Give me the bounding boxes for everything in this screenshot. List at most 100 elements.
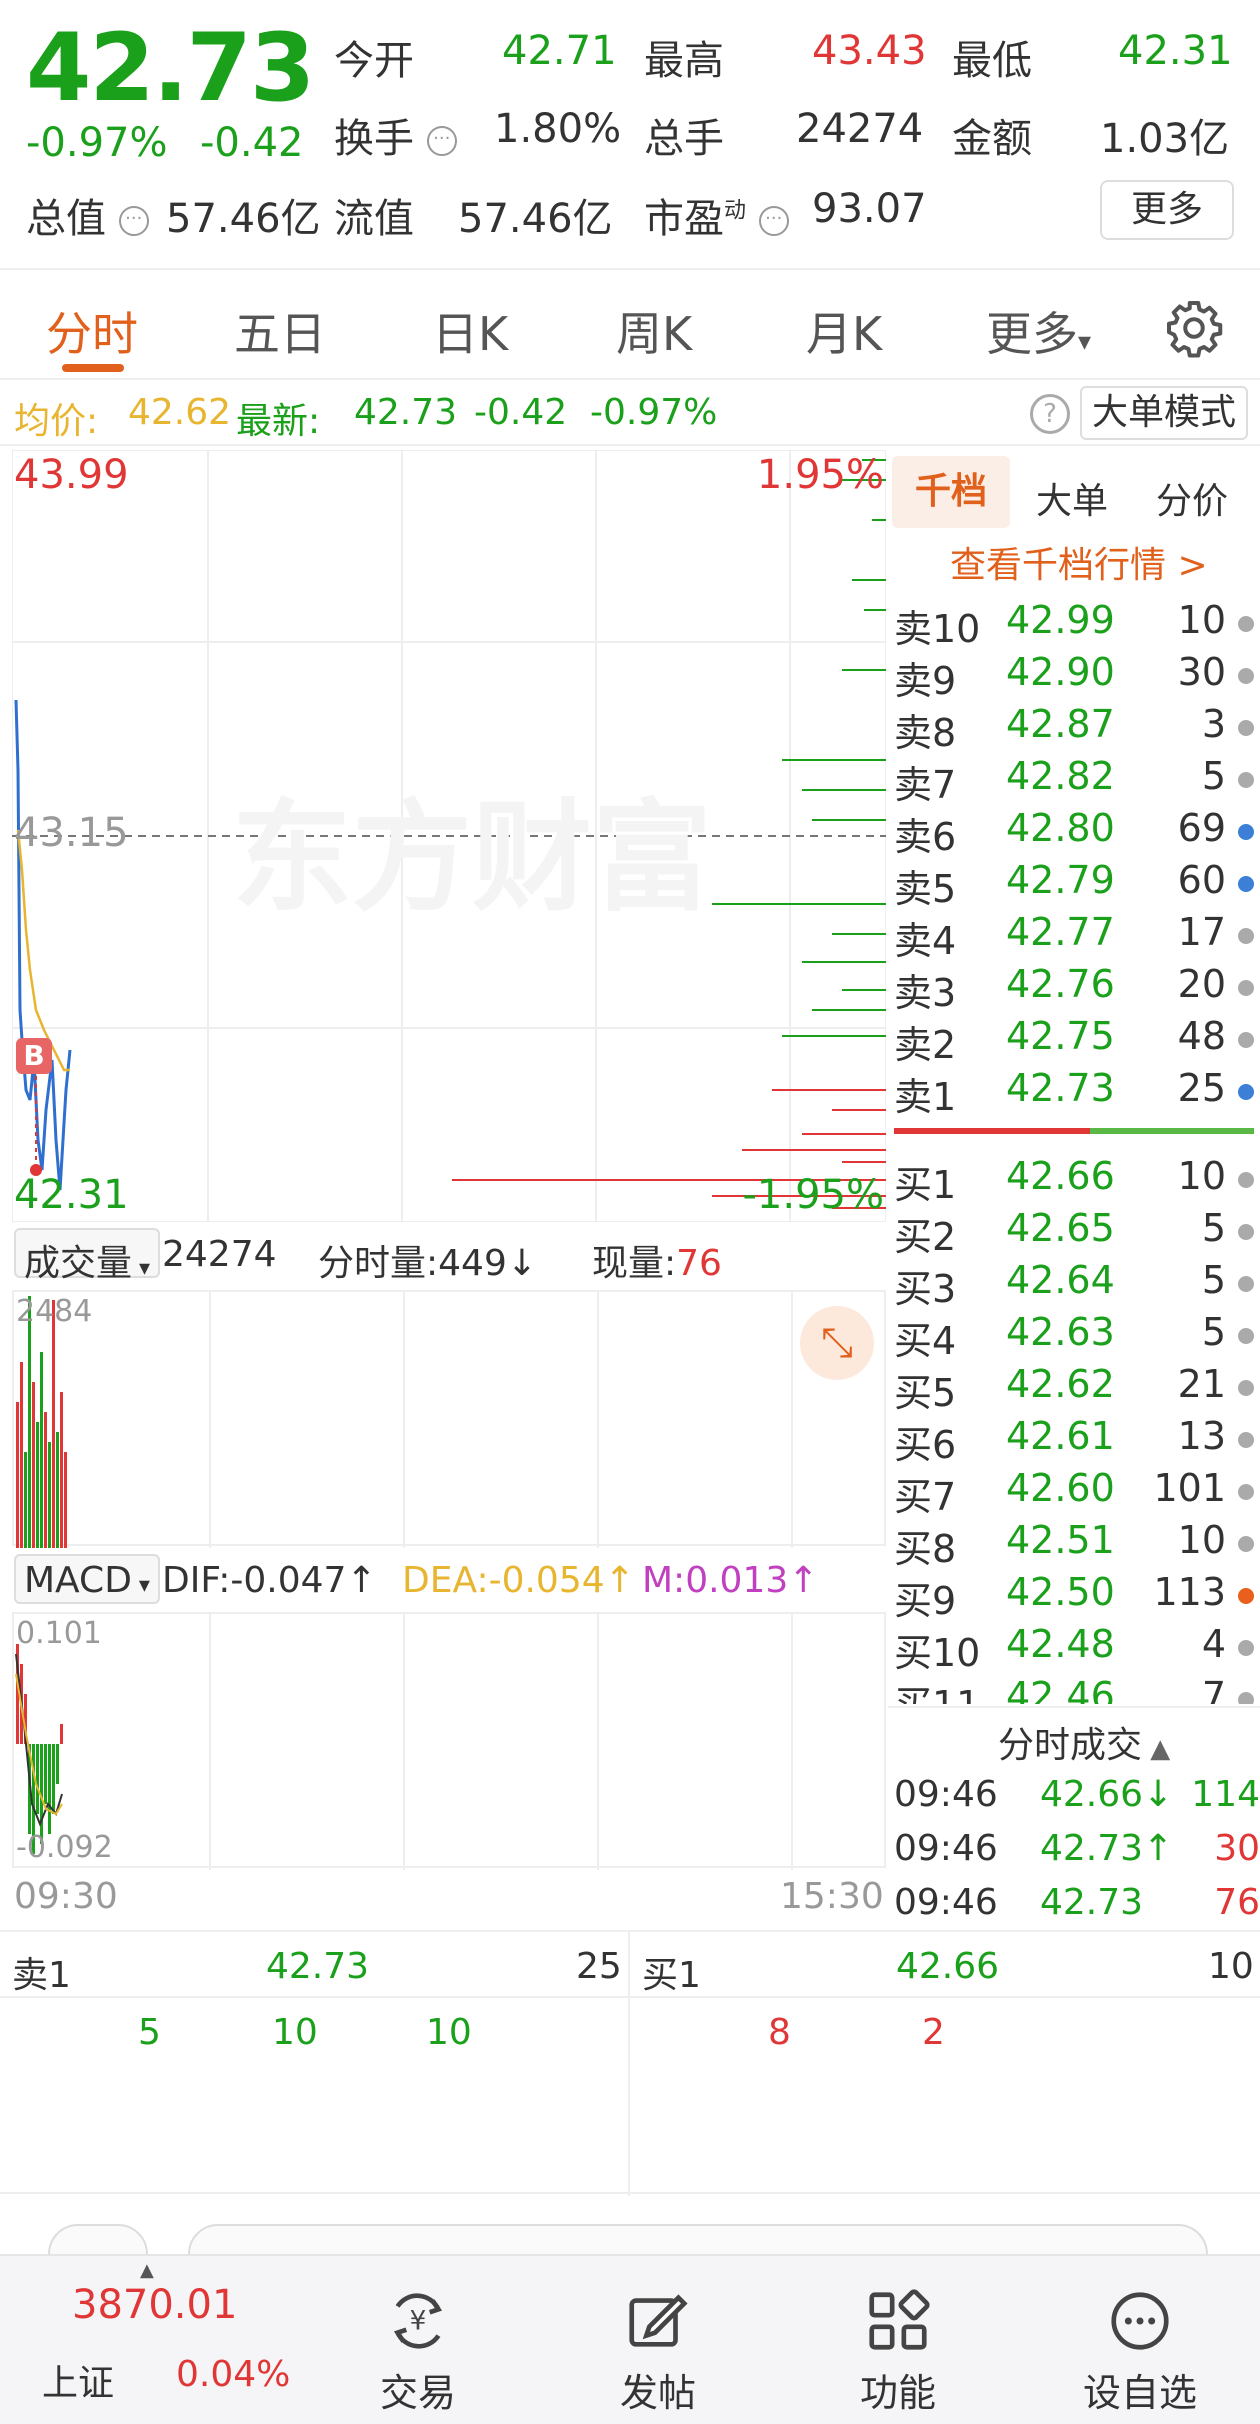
trade-icon: ¥: [393, 2293, 443, 2349]
help-icon[interactable]: ?: [1030, 394, 1070, 434]
book-tab-big-order[interactable]: 大单: [1036, 472, 1108, 524]
divider: [628, 1932, 630, 2196]
sell-row[interactable]: 卖2 42.75 48: [894, 1014, 1260, 1067]
macd-selector[interactable]: MACD ▾: [14, 1554, 160, 1604]
book-tab-depth[interactable]: 千档: [892, 456, 1010, 528]
tab-intraday[interactable]: 分时: [46, 298, 138, 364]
tab-weekly-k[interactable]: 周K: [616, 298, 692, 364]
trades-title[interactable]: 分时成交 ▲: [998, 1716, 1170, 1768]
caret-up-icon: ▲: [1142, 1734, 1171, 1764]
buy-row[interactable]: 买7 42.60 101: [894, 1466, 1260, 1519]
buy-row[interactable]: 买8 42.51 10: [894, 1518, 1260, 1571]
stat-label-low: 最低: [952, 38, 1032, 84]
book-tab-price-dist[interactable]: 分价: [1156, 472, 1228, 524]
buy-marker[interactable]: B: [16, 1038, 52, 1074]
nav-post[interactable]: 发帖: [578, 2286, 738, 2417]
queue-buy-vol: 10: [1208, 1946, 1254, 1987]
current-price: 42.73: [26, 14, 315, 123]
tab-five-day[interactable]: 五日: [234, 298, 326, 364]
chart-bottom-price: 42.31: [14, 1172, 129, 1218]
change-percent: -0.97%: [26, 120, 168, 166]
sell-row[interactable]: 卖4 42.77 17: [894, 910, 1260, 963]
avg-label: 均价:: [14, 401, 99, 442]
tab-more[interactable]: 更多▾: [986, 298, 1091, 364]
time-start: 09:30: [14, 1876, 118, 1917]
sell-row[interactable]: 卖7 42.82 5: [894, 754, 1260, 807]
volume-selector[interactable]: 成交量 ▾: [14, 1228, 161, 1284]
queue-buy-label: 买1: [642, 1955, 701, 1996]
buy-queue-item: 8: [768, 2012, 791, 2053]
stat-label-volume: 总手: [644, 116, 724, 162]
sell-row[interactable]: 卖9 42.90 30: [894, 650, 1260, 703]
buy-row[interactable]: 买4 42.63 5: [894, 1310, 1260, 1363]
macd-chart[interactable]: 0.101 -0.092: [12, 1612, 886, 1870]
buy-row[interactable]: 买2 42.65 5: [894, 1206, 1260, 1259]
stat-value-pe: 93.07: [812, 186, 927, 232]
sell-row[interactable]: 卖1 42.73 25: [894, 1066, 1260, 1119]
sell-row[interactable]: 卖10 42.99 10: [894, 598, 1260, 651]
settings-gear-icon[interactable]: [1164, 298, 1224, 358]
macd-header: MACD ▾ DIF:-0.047↑ DEA:-0.054↑ M:0.013↑: [12, 1550, 886, 1608]
trade-row: 09:46 42.73 76: [894, 1882, 1260, 1923]
sell-row[interactable]: 卖6 42.80 69: [894, 806, 1260, 859]
more-button[interactable]: 更多: [1100, 180, 1234, 240]
sell-row[interactable]: 卖5 42.79 60: [894, 858, 1260, 911]
caret-down-icon: ▾: [1078, 327, 1092, 357]
buy-row[interactable]: 买1 42.66 10: [894, 1154, 1260, 1207]
trade-row: 09:46 42.73↑ 30: [894, 1828, 1260, 1869]
big-order-mode-button[interactable]: 大单模式: [1080, 386, 1248, 440]
stat-value-low: 42.31: [1118, 28, 1233, 74]
stat-label-high: 最高: [644, 38, 724, 84]
intraday-chart[interactable]: 东方财富 43.99 1.95% 43.15 42.31 -1.95% B: [12, 450, 886, 1222]
macd-bottom: -0.092: [16, 1830, 113, 1865]
avg-price-line: [16, 829, 70, 1072]
sell-row[interactable]: 卖3 42.76 20: [894, 962, 1260, 1015]
macd-dea: DEA:-0.054↑: [402, 1560, 635, 1601]
chart-bottom-pct: -1.95%: [742, 1172, 884, 1218]
tick-volume: 分时量:449↓: [318, 1243, 538, 1284]
buy-row[interactable]: 买6 42.61 13: [894, 1414, 1260, 1467]
buy-row[interactable]: 买3 42.64 5: [894, 1258, 1260, 1311]
queue-sell-price: 42.73: [266, 1946, 370, 1987]
latest-pct: -0.97%: [590, 392, 718, 433]
stat-label-total-value: 总值 ···: [26, 186, 149, 244]
info-dots-icon[interactable]: ···: [758, 206, 789, 236]
view-depth-link[interactable]: 查看千档行情 >: [950, 536, 1208, 588]
index-name: 上证: [42, 2363, 115, 2404]
sell-row[interactable]: 卖8 42.87 3: [894, 702, 1260, 755]
caret-down-icon: ▾: [132, 1256, 151, 1281]
buy-queue-item: 2: [922, 2012, 945, 2053]
latest-value: 42.73: [354, 392, 458, 433]
tab-daily-k[interactable]: 日K: [432, 298, 508, 364]
info-dots-icon[interactable]: ···: [118, 206, 149, 236]
active-tab-indicator: [62, 364, 124, 372]
macd-top: 0.101: [16, 1616, 102, 1651]
time-end: 15:30: [780, 1876, 884, 1917]
index-value[interactable]: 3870.01: [72, 2282, 237, 2328]
volume-total: 24274: [162, 1234, 277, 1275]
buy-row[interactable]: 买10 42.48 4: [894, 1622, 1260, 1675]
buy-row[interactable]: 买1142.467: [894, 1674, 1260, 1704]
expand-icon[interactable]: ⤡: [800, 1306, 874, 1380]
stat-value-float-value: 57.46亿: [458, 196, 613, 242]
divider: [888, 1706, 1260, 1708]
avg-value: 42.62: [128, 392, 232, 433]
divider: [0, 1996, 1260, 1998]
grid-icon: [869, 2289, 930, 2350]
volume-chart[interactable]: 2484 ⤡: [12, 1290, 886, 1548]
buy-row[interactable]: 买5 42.62 21: [894, 1362, 1260, 1415]
buy-row[interactable]: 买9 42.50 113: [894, 1570, 1260, 1623]
stat-value-open: 42.71: [502, 28, 617, 74]
stat-label-turnover: 换手 ···: [334, 106, 457, 164]
more-dots-icon: [1111, 2292, 1169, 2350]
volume-header: 成交量 ▾ 24274 分时量:449↓ 现量:76: [12, 1226, 886, 1284]
nav-functions[interactable]: 功能: [818, 2286, 978, 2417]
latest-label: 最新:: [236, 401, 321, 442]
buy-sell-ratio-green: [1090, 1128, 1254, 1134]
sell-queue-item: 5: [138, 2012, 161, 2053]
tab-monthly-k[interactable]: 月K: [806, 298, 882, 364]
nav-trade[interactable]: ¥ 交易: [338, 2286, 498, 2417]
nav-add-watchlist[interactable]: 设自选: [1060, 2286, 1220, 2417]
chart-mid-price: 43.15: [14, 810, 129, 856]
info-dots-icon[interactable]: ···: [426, 126, 457, 156]
